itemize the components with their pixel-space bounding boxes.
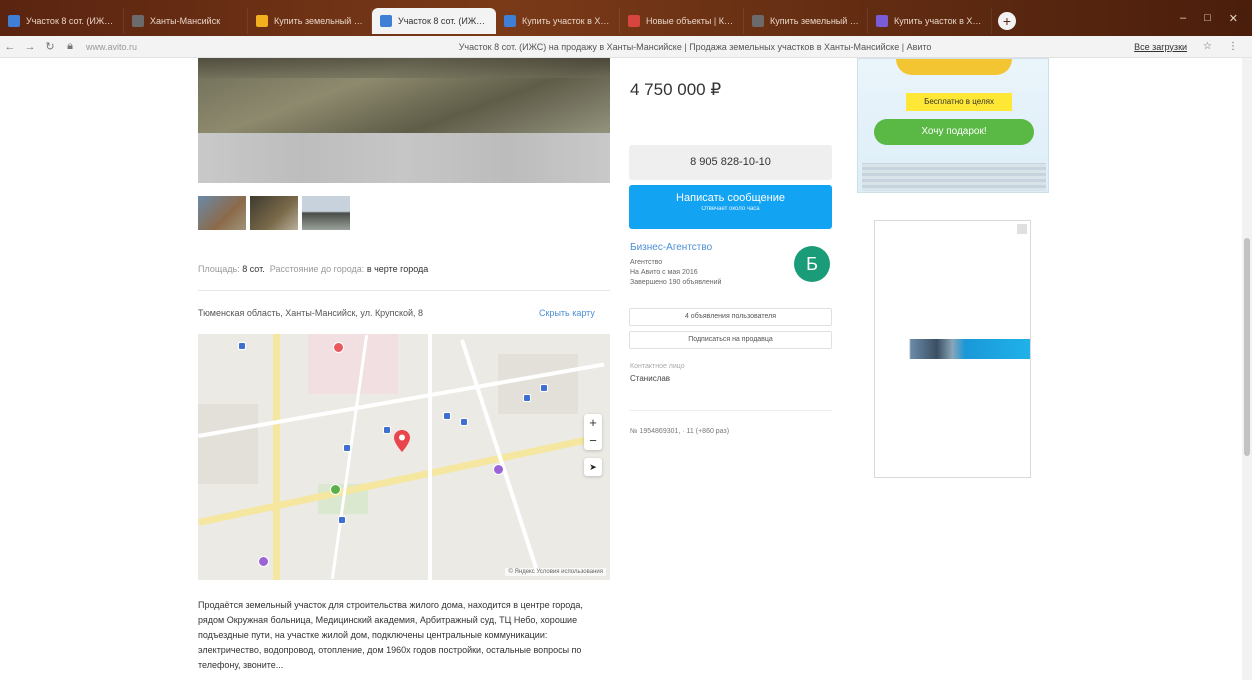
seller-avatar[interactable]: Б — [794, 246, 830, 282]
back-icon[interactable]: ← — [0, 41, 20, 53]
yandex-icon — [628, 15, 640, 27]
scrollbar[interactable] — [1242, 58, 1252, 680]
zoom-out-button[interactable]: − — [584, 432, 602, 450]
thumbnail[interactable] — [250, 196, 298, 230]
browser-tab[interactable]: Новые объекты | Купить — [620, 8, 744, 34]
star-icon[interactable]: ☆ — [1203, 41, 1212, 52]
thumbnail[interactable] — [302, 196, 350, 230]
write-message-button[interactable]: Написать сообщение Отвечает около часа — [629, 185, 832, 229]
map-road — [273, 334, 280, 580]
location-pin-icon — [394, 430, 410, 452]
browser-tab[interactable]: Купить участок в Ханты — [496, 8, 620, 34]
search-icon — [256, 15, 268, 27]
seller-name[interactable]: Бизнес-Агентство — [630, 242, 712, 253]
message-label: Написать сообщение — [676, 192, 785, 204]
map-attribution[interactable]: © Яндекс Условия использования — [505, 568, 606, 576]
map-poi[interactable] — [383, 426, 391, 434]
page-title: Участок 8 сот. (ИЖС) на продажу в Ханты-… — [458, 41, 932, 52]
avito-icon — [8, 15, 20, 27]
map-poi[interactable] — [343, 444, 351, 452]
forward-icon[interactable]: → — [20, 41, 40, 53]
page-icon — [752, 15, 764, 27]
map-block — [308, 334, 398, 394]
distance-value: в черте города — [366, 264, 429, 274]
banner-tag: Бесплатно в целях — [906, 93, 1012, 111]
maximize-icon[interactable]: □ — [1204, 12, 1211, 25]
lock-icon: 🔒︎ — [67, 40, 73, 52]
distance-label: Расстояние до города: — [269, 264, 365, 274]
map-poi[interactable] — [540, 384, 548, 392]
menu-icon[interactable]: ⋮ — [1228, 41, 1238, 52]
browser-tab[interactable]: Ханты-Мансийск — [124, 8, 248, 34]
page-icon — [132, 15, 144, 27]
map-block — [198, 404, 258, 484]
browser-tab[interactable]: Участок 8 сот. (ИЖС) по... — [0, 8, 124, 34]
contact-name: Станислав — [630, 374, 671, 383]
contact-label: Контактное лицо — [630, 363, 685, 370]
location-map[interactable]: + − ➤ © Яндекс Условия использования — [198, 334, 610, 580]
divider — [198, 290, 610, 291]
scroll-thumb[interactable] — [1244, 238, 1250, 456]
map-zoom-control: + − — [584, 414, 602, 450]
page-content: Площадь: 8 сот. Расстояние до города: в … — [0, 58, 1252, 680]
browser-tab-active[interactable]: Участок 8 сот. (ИЖС) — Х — [372, 8, 496, 34]
listing-description: Продаётся земельный участок для строител… — [198, 600, 583, 670]
close-icon[interactable]: ✕ — [1229, 12, 1238, 25]
listing-address: Тюменская область, Ханты-Мансийск, ул. К… — [198, 308, 424, 318]
price: 4 750 000 ₽ — [630, 80, 722, 99]
divider — [629, 410, 832, 411]
map-block — [498, 354, 578, 414]
map-poi[interactable] — [460, 418, 468, 426]
reload-icon[interactable]: ↻ — [40, 40, 60, 53]
seller-info: Агентство На Авито с мая 2016 Завершено … — [630, 258, 721, 288]
page-icon — [876, 15, 888, 27]
map-poi[interactable] — [443, 412, 451, 420]
map-poi-hospital[interactable] — [333, 342, 344, 353]
message-sublabel: Отвечает около часа — [701, 206, 760, 212]
map-street — [428, 334, 432, 580]
map-poi[interactable] — [238, 342, 246, 350]
params-line: Площадь: 8 сот. Расстояние до города: в … — [198, 264, 428, 274]
map-poi[interactable] — [523, 394, 531, 402]
ad-block[interactable] — [874, 220, 1031, 478]
minimize-icon[interactable]: – — [1180, 12, 1186, 25]
browser-tab[interactable]: Купить земельный участок — [248, 8, 372, 34]
zoom-in-button[interactable]: + — [584, 414, 602, 432]
show-phone-button[interactable]: 8 905 828-10-10 — [629, 145, 832, 180]
seller-count: Завершено 190 объявлений — [630, 279, 722, 286]
locate-icon[interactable]: ➤ — [584, 458, 602, 476]
avito-icon — [504, 15, 516, 27]
area-label: Площадь: — [198, 264, 240, 274]
banner-footer — [862, 163, 1046, 191]
map-poi[interactable] — [330, 484, 341, 495]
thumbnail[interactable] — [198, 196, 246, 230]
banner-decoration — [896, 59, 1012, 75]
ad-number: № 1954869301, · 11 (+860 раз) — [630, 428, 730, 435]
ad-close-icon[interactable] — [1017, 224, 1027, 234]
map-poi[interactable] — [338, 516, 346, 524]
banner-button[interactable]: Хочу подарок! — [874, 119, 1034, 145]
window-controls: – □ ✕ — [1180, 0, 1252, 25]
subscribe-button[interactable]: Подписаться на продавца — [629, 331, 832, 349]
all-ads-button[interactable]: 4 объявления пользователя — [629, 308, 832, 326]
browser-tab-bar: Участок 8 сот. (ИЖС) по... Ханты-Мансийс… — [0, 0, 1252, 36]
ad-banner[interactable]: Бесплатно в целях Хочу подарок! — [857, 58, 1049, 193]
browser-tab[interactable]: Купить земельный участ — [744, 8, 868, 34]
toggle-map-link[interactable]: Скрыть карту — [539, 308, 595, 318]
address-bar: ← → ↻ 🔒︎ www.avito.ru Участок 8 сот. (ИЖ… — [0, 36, 1252, 58]
downloads-link[interactable]: Все загрузки — [1134, 42, 1187, 52]
avito-icon — [380, 15, 392, 27]
ad-image — [875, 339, 1030, 359]
new-tab-button[interactable]: + — [998, 12, 1016, 30]
seller-type: Агентство — [630, 259, 663, 266]
browser-tab[interactable]: Купить участок в Ханты — [868, 8, 992, 34]
map-poi[interactable] — [493, 464, 504, 475]
area-value: 8 сот. — [242, 264, 265, 274]
photo-overlay — [198, 133, 610, 183]
url-field[interactable]: www.avito.ru — [86, 42, 256, 52]
seller-since: На Авито с мая 2016 — [630, 269, 698, 276]
map-poi[interactable] — [258, 556, 269, 567]
photo-thumbnails — [198, 196, 350, 230]
